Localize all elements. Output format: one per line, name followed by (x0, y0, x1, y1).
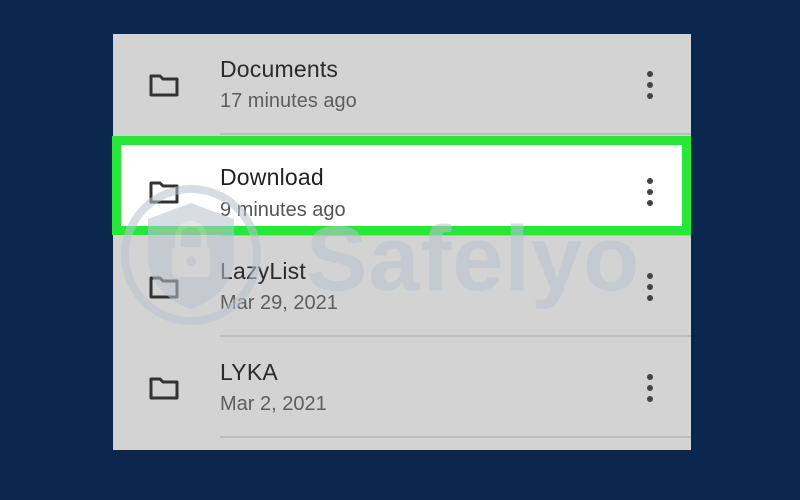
file-modified: Mar 2, 2021 (220, 393, 327, 415)
file-list: Documents 17 minutes ago LazyList Mar 29… (113, 34, 691, 450)
more-options-icon[interactable] (640, 70, 660, 100)
folder-icon (149, 181, 179, 204)
file-name: LazyList (220, 258, 306, 284)
file-modified: 9 minutes ago (220, 199, 346, 221)
screenshot-stage: Documents 17 minutes ago LazyList Mar 29… (0, 0, 800, 500)
file-name: LYKA (220, 359, 278, 385)
row-divider (220, 436, 691, 438)
file-name: Download (220, 164, 324, 190)
more-options-icon[interactable] (640, 177, 660, 207)
file-row-download[interactable]: Download 9 minutes ago (112, 136, 691, 235)
file-name: Documents (220, 56, 339, 82)
more-options-icon[interactable] (640, 373, 660, 403)
file-row-documents[interactable]: Documents 17 minutes ago (113, 34, 691, 135)
folder-icon (149, 377, 179, 400)
file-row-lyka[interactable]: LYKA Mar 2, 2021 (113, 337, 691, 438)
folder-icon (149, 276, 179, 299)
file-row-lazylist[interactable]: LazyList Mar 29, 2021 (113, 236, 691, 337)
file-modified: 17 minutes ago (220, 90, 357, 112)
file-modified: Mar 29, 2021 (220, 292, 338, 314)
more-options-icon[interactable] (640, 272, 660, 302)
folder-icon (149, 74, 179, 97)
